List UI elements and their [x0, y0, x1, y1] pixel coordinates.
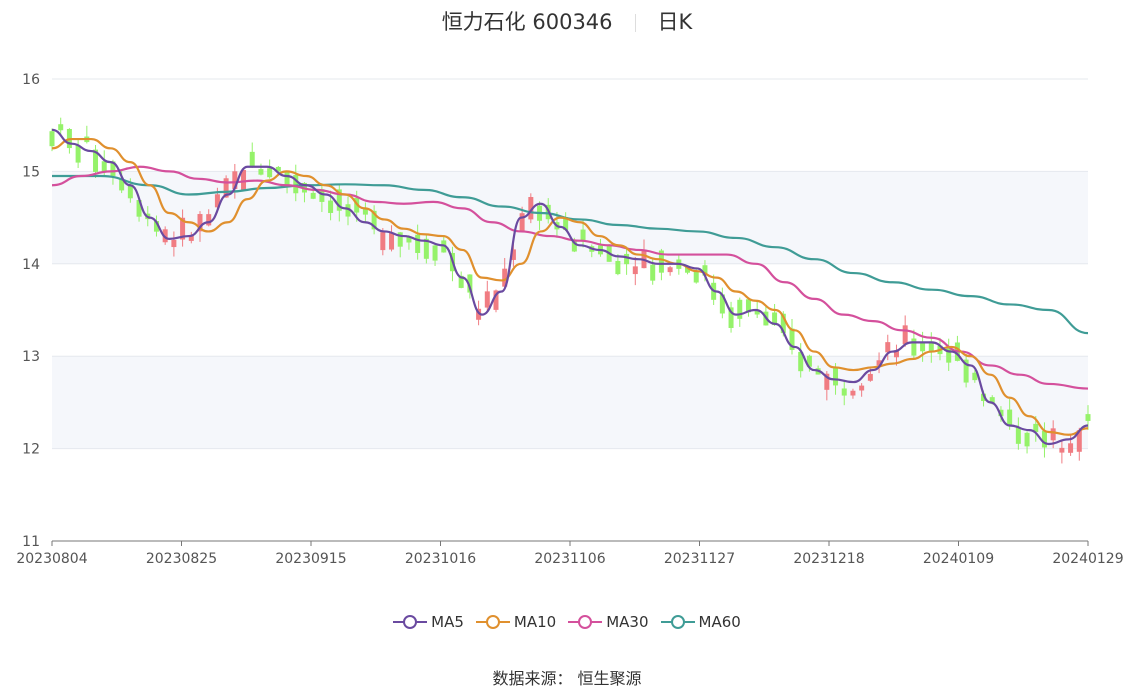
candle [249, 142, 255, 169]
candle [258, 163, 264, 176]
x-tick-label: 20231016 [405, 551, 476, 567]
candle [789, 318, 795, 355]
legend-label: MA60 [698, 612, 741, 631]
candle [84, 125, 90, 144]
candle-body [632, 266, 638, 275]
y-tick-label: 12 [22, 442, 40, 458]
candle-body [206, 214, 212, 226]
candle-body [432, 245, 438, 261]
candle [267, 159, 273, 179]
x-tick-label: 20230915 [275, 551, 346, 567]
x-tick-label: 20231127 [664, 551, 735, 567]
candle-body [1015, 427, 1021, 444]
candle-body [1050, 428, 1056, 441]
x-tick-label: 20240109 [923, 551, 994, 567]
candle-body [1085, 414, 1091, 421]
legend-label: MA5 [431, 612, 464, 631]
candle-body [75, 145, 81, 163]
candle-body [885, 342, 891, 353]
y-tick-label: 14 [22, 257, 40, 273]
candle-body [415, 234, 421, 253]
candle-body [737, 299, 743, 319]
legend-label: MA30 [606, 612, 649, 631]
candle-body [850, 390, 856, 396]
candle-body [580, 229, 586, 241]
candle-body [49, 131, 55, 147]
candle-body [841, 388, 847, 396]
candle-body [284, 171, 290, 185]
source-label: 数据来源： [492, 669, 573, 688]
gridlines [52, 78, 1088, 542]
candle-body [101, 161, 107, 172]
candle [667, 265, 673, 276]
candle-body [1007, 409, 1013, 426]
legend-marker-icon [660, 615, 695, 629]
y-tick-label: 13 [22, 349, 40, 365]
x-tick-label: 20231218 [793, 551, 864, 567]
background-bands [52, 171, 1088, 449]
x-axis: 20230804 20230825 20230915 20231016 20231106… [16, 540, 1124, 567]
candle-body [310, 192, 316, 199]
candle [1024, 431, 1030, 454]
candle-body [615, 260, 621, 275]
candle-body [650, 264, 656, 281]
candle [737, 297, 743, 327]
candle-body [267, 168, 273, 178]
x-tick-label: 20231106 [534, 551, 605, 567]
candle-body [249, 151, 255, 167]
candle-body [58, 124, 64, 131]
candle-body [833, 367, 839, 386]
candle-body [1041, 430, 1047, 448]
candle-body [911, 338, 917, 356]
legend-item-ma30[interactable]: MA30 [568, 612, 649, 631]
candle-body [693, 271, 699, 283]
candlestick-chart: 111213141516 20230804 20230825 20230915 202… [16, 72, 1124, 567]
y-axis: 11 12 13 14 15 16 [22, 72, 40, 550]
candle [728, 301, 734, 333]
candle-body [859, 385, 865, 391]
candle-body [1068, 443, 1074, 453]
candle-body [624, 253, 630, 265]
candle-body [328, 200, 334, 213]
legend-item-ma60[interactable]: MA60 [660, 612, 741, 631]
data-source: 数据来源： 恒生聚源 [0, 665, 1134, 689]
candle [458, 271, 464, 289]
x-tick-label: 20230804 [16, 551, 87, 567]
candle-body [667, 267, 673, 273]
legend-marker-icon [475, 615, 510, 629]
legend-label: MA10 [513, 612, 557, 631]
candle-body [1059, 447, 1065, 453]
candle-body [867, 373, 873, 381]
candle-body [389, 232, 395, 250]
y-tick-label: 11 [22, 534, 40, 550]
y-tick-label: 15 [22, 164, 40, 180]
candle-body [171, 239, 177, 248]
legend-marker-icon [393, 615, 428, 629]
candle-body [902, 325, 908, 345]
x-tick-label: 20240129 [1052, 551, 1123, 567]
legend-item-ma10[interactable]: MA10 [475, 612, 557, 631]
legend-item-ma5[interactable]: MA5 [393, 613, 464, 631]
source-value: 恒生聚源 [577, 669, 642, 688]
candle-body [258, 169, 264, 175]
candle [745, 298, 751, 317]
band-12-13 [52, 356, 1088, 449]
candle-body [380, 232, 386, 251]
candle-body [920, 342, 926, 352]
candle-body [1024, 432, 1030, 447]
y-tick-label: 16 [22, 72, 40, 88]
legend-marker-icon [568, 615, 603, 629]
legend: MA5 MA10 MA30 MA60 [0, 612, 1134, 631]
x-tick-label: 20230825 [146, 551, 217, 567]
candle-body [484, 291, 490, 308]
